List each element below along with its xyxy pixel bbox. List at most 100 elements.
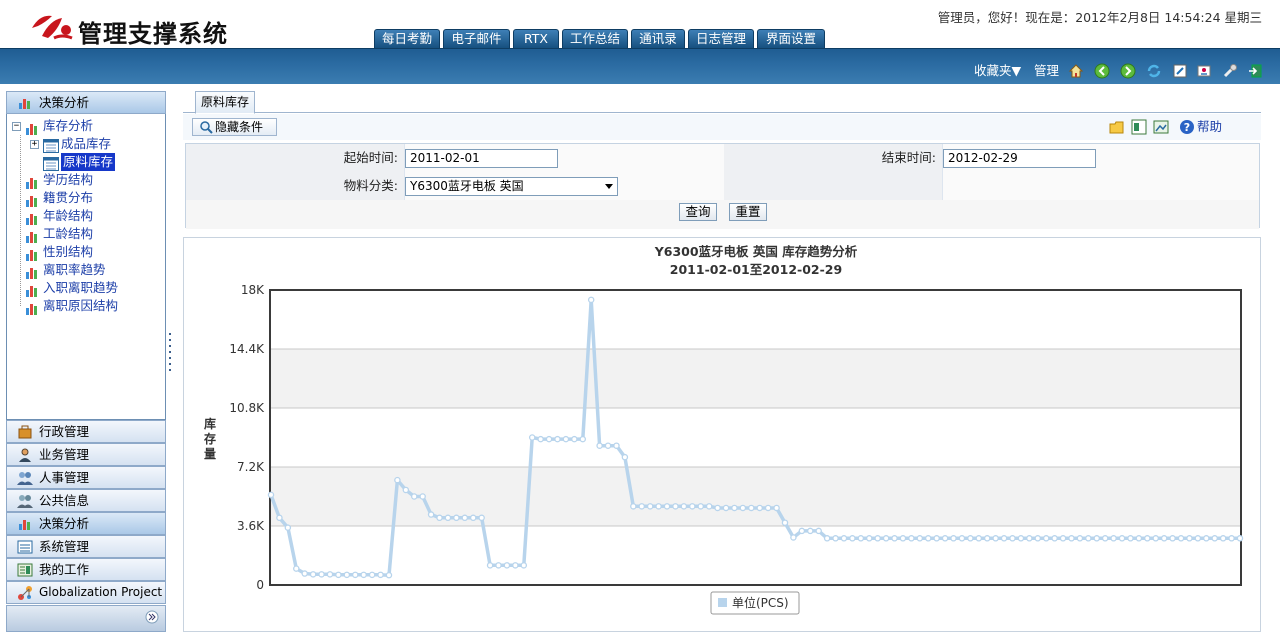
data-point [461, 514, 469, 522]
empty-value-cell [942, 172, 1259, 200]
y-tick-label: 0 [256, 578, 264, 592]
data-point [1160, 535, 1168, 542]
tab-raw-material-inventory[interactable]: 原料库存 [195, 91, 255, 114]
data-point [520, 562, 528, 569]
refresh-icon[interactable] [1146, 63, 1162, 79]
bar-chart-icon [25, 281, 41, 297]
chart-subtitle: 2011-02-01至2012-02-29 [670, 262, 842, 277]
worklist-icon [17, 562, 33, 578]
exit-icon[interactable] [1248, 63, 1264, 79]
expand-double-chevron-icon[interactable] [145, 610, 159, 624]
tree-item-label: 学历结构 [43, 172, 94, 187]
edit-icon[interactable] [1172, 63, 1188, 79]
data-point [1194, 535, 1202, 542]
data-point [840, 535, 848, 542]
table-grid-icon [43, 137, 59, 153]
section-admin[interactable]: 行政管理 [6, 420, 166, 443]
data-point [714, 504, 721, 512]
data-point [1068, 535, 1075, 542]
data-point [941, 535, 949, 542]
data-point [1203, 535, 1210, 542]
tree-header-label: 决策分析 [39, 95, 90, 110]
data-point [924, 535, 932, 542]
section-decision-analysis[interactable]: 决策分析 [6, 512, 166, 535]
forward-icon[interactable] [1120, 63, 1136, 79]
section-my-work[interactable]: 我的工作 [6, 558, 166, 581]
section-label: 业务管理 [39, 447, 90, 462]
data-point [604, 442, 612, 449]
section-public-info[interactable]: 公共信息 [6, 489, 166, 512]
chart-band [270, 290, 1241, 349]
help-link[interactable]: 帮助 [1197, 119, 1222, 135]
tree-item-label: 籍贯分布 [43, 190, 94, 205]
favorites-menu[interactable]: 收藏夹▼ [974, 62, 1021, 80]
tree-item-label: 工龄结构 [43, 226, 94, 241]
reset-button[interactable]: 重置 [729, 203, 767, 221]
tab-ui-settings[interactable]: 界面设置 [757, 29, 825, 48]
data-point [1144, 535, 1151, 542]
data-point [410, 493, 418, 500]
tab-log-management[interactable]: 日志管理 [688, 29, 754, 48]
section-business[interactable]: 业务管理 [6, 443, 166, 466]
section-system-management[interactable]: 系统管理 [6, 535, 166, 558]
tab-rtx[interactable]: RTX [513, 29, 559, 48]
export-image-icon[interactable] [1153, 119, 1169, 135]
data-point [1152, 535, 1159, 542]
collapse-toggle-icon[interactable]: − [12, 122, 21, 131]
bar-chart-icon [25, 191, 41, 207]
app-title: 管理支撑系统 [78, 20, 228, 48]
tools-icon[interactable] [1222, 63, 1238, 79]
data-point [832, 535, 839, 542]
tab-daily-attendance[interactable]: 每日考勤 [374, 29, 440, 48]
folder-open-icon[interactable] [1109, 119, 1125, 135]
data-point [621, 453, 629, 461]
form-row-dates: 起始时间: 2011-02-01 结束时间: 2012-02-29 [186, 144, 1259, 172]
end-time-input[interactable]: 2012-02-29 [943, 149, 1096, 168]
data-point [807, 527, 814, 535]
hide-conditions-button[interactable]: 隐藏条件 [192, 118, 277, 136]
user-icon[interactable] [1196, 63, 1212, 79]
data-point [1051, 535, 1058, 542]
welcome-text: 管理员，您好！现在是：2012年2月8日 14:54:24 星期三 [937, 10, 1262, 25]
section-label: 公共信息 [39, 493, 90, 508]
data-point [646, 503, 654, 510]
start-time-input[interactable]: 2011-02-01 [405, 149, 558, 168]
data-point [554, 435, 561, 443]
section-label: Globalization Project [39, 585, 163, 599]
data-point [537, 435, 544, 443]
chart-title: Y6300蓝牙电板 英国 库存趋势分析 [654, 244, 858, 259]
data-point [680, 503, 688, 510]
help-icon[interactable]: ? [1179, 119, 1195, 135]
section-globalization-project[interactable]: Globalization Project [6, 581, 166, 604]
back-icon[interactable] [1094, 63, 1110, 79]
tab-contacts[interactable]: 通讯录 [631, 29, 685, 48]
tab-work-summary[interactable]: 工作总结 [562, 29, 628, 48]
app-header: 管理支撑系统 管理员，您好！现在是：2012年2月8日 14:54:24 星期三… [0, 0, 1280, 48]
export-excel-icon[interactable] [1131, 119, 1147, 135]
data-point [394, 476, 401, 484]
app-logo-icon [32, 15, 73, 40]
form-row-actions: 查询 重置 [186, 200, 1259, 229]
home-icon[interactable] [1068, 63, 1084, 79]
bar-chart-icon [19, 99, 30, 109]
section-hr[interactable]: 人事管理 [6, 466, 166, 489]
data-point [722, 504, 730, 512]
tree-item-label: 离职率趋势 [43, 262, 106, 277]
query-button[interactable]: 查询 [679, 203, 717, 221]
tree-connector-line [20, 135, 21, 306]
category-select[interactable]: Y6300蓝牙电板 英国 [405, 177, 618, 196]
data-point [596, 442, 603, 449]
data-point [512, 562, 519, 569]
bar-chart-icon [25, 245, 41, 261]
expand-toggle-icon[interactable]: + [30, 140, 39, 149]
data-point [1177, 535, 1185, 542]
data-point [1228, 535, 1235, 542]
tab-email[interactable]: 电子邮件 [443, 29, 510, 48]
panel-splitter[interactable] [166, 91, 174, 632]
data-point [352, 571, 359, 579]
tree-item-label: 入职离职趋势 [43, 280, 119, 295]
data-point [638, 503, 645, 510]
data-point [899, 535, 907, 542]
manage-link[interactable]: 管理 [1034, 62, 1059, 80]
category-cell: Y6300蓝牙电板 英国 [404, 172, 724, 200]
